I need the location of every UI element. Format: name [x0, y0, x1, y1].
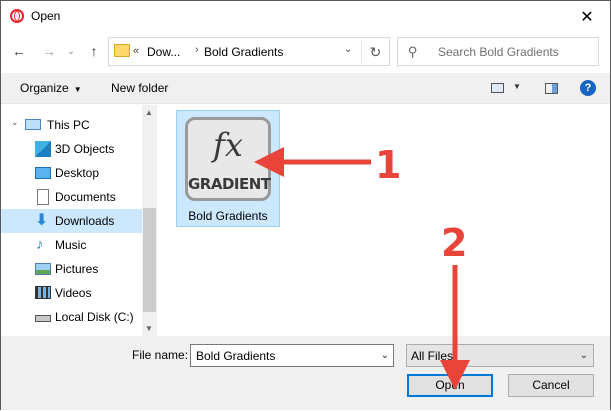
open-dialog: Open ✕ ← → ⌄ ↑ « Dow... › Bold Gradients…: [0, 0, 611, 410]
annotation-arrows: [254, 147, 470, 390]
step-2-label: 2: [441, 221, 468, 265]
step-1-label: 1: [375, 143, 402, 187]
